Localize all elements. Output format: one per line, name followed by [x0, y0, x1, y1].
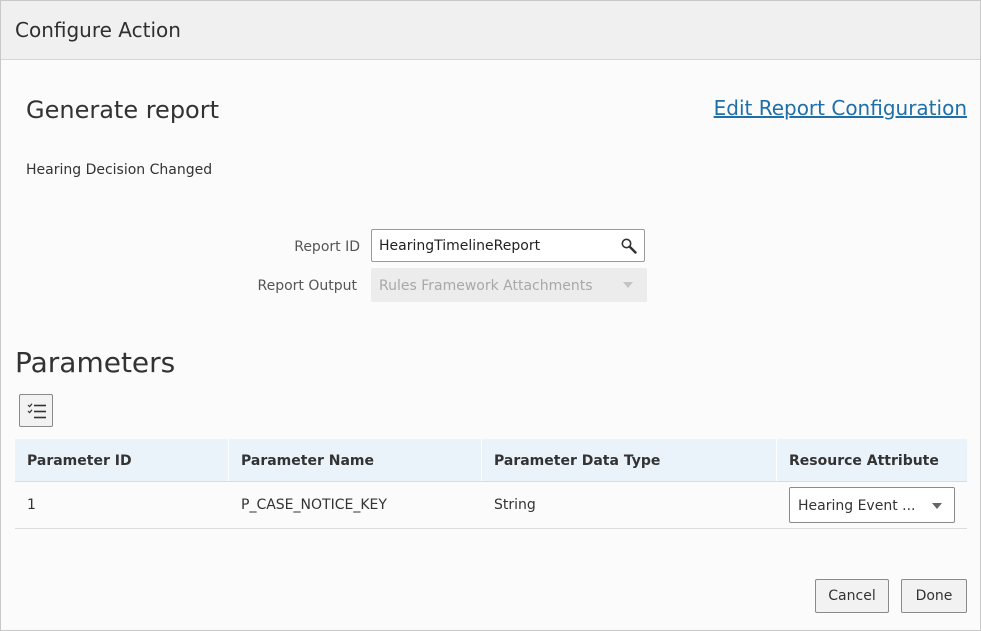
chevron-down-icon	[623, 282, 633, 288]
column-header-parameter-name[interactable]: Parameter Name	[241, 453, 374, 469]
resource-attribute-select[interactable]: Hearing Event ...	[789, 487, 955, 523]
table-header: Parameter ID Parameter Name Parameter Da…	[15, 439, 967, 482]
event-name: Hearing Decision Changed	[26, 162, 213, 178]
column-header-parameter-data-type[interactable]: Parameter Data Type	[494, 453, 660, 469]
chevron-down-icon	[932, 503, 942, 509]
column-options-button[interactable]	[19, 394, 53, 427]
report-id-label: Report ID	[294, 239, 360, 255]
dialog-titlebar: Configure Action	[1, 1, 980, 60]
column-header-parameter-id[interactable]: Parameter ID	[27, 453, 132, 469]
checklist-icon	[27, 403, 46, 419]
cell-parameter-id: 1	[27, 497, 36, 513]
cell-parameter-name: P_CASE_NOTICE_KEY	[241, 497, 387, 513]
report-output-select: Rules Framework Attachments	[371, 268, 647, 302]
action-heading: Generate report	[26, 96, 220, 124]
column-header-resource-attribute[interactable]: Resource Attribute	[789, 453, 939, 469]
edit-report-configuration-link[interactable]: Edit Report Configuration	[714, 96, 967, 120]
search-icon[interactable]	[620, 237, 638, 255]
report-output-label: Report Output	[257, 278, 358, 294]
parameters-table: Parameter ID Parameter Name Parameter Da…	[15, 439, 967, 529]
configure-action-dialog: Configure Action Generate report Edit Re…	[0, 0, 981, 631]
cancel-button[interactable]: Cancel	[815, 579, 889, 613]
report-id-value: HearingTimelineReport	[379, 238, 541, 254]
done-button[interactable]: Done	[901, 579, 967, 613]
cell-parameter-data-type: String	[494, 497, 536, 513]
dialog-title: Configure Action	[15, 18, 181, 42]
report-output-value: Rules Framework Attachments	[379, 278, 593, 294]
report-id-input[interactable]: HearingTimelineReport	[371, 229, 645, 262]
parameters-heading: Parameters	[15, 346, 176, 379]
table-row: 1 P_CASE_NOTICE_KEY String Hearing Event…	[15, 482, 967, 529]
resource-attribute-value: Hearing Event ...	[798, 498, 916, 514]
